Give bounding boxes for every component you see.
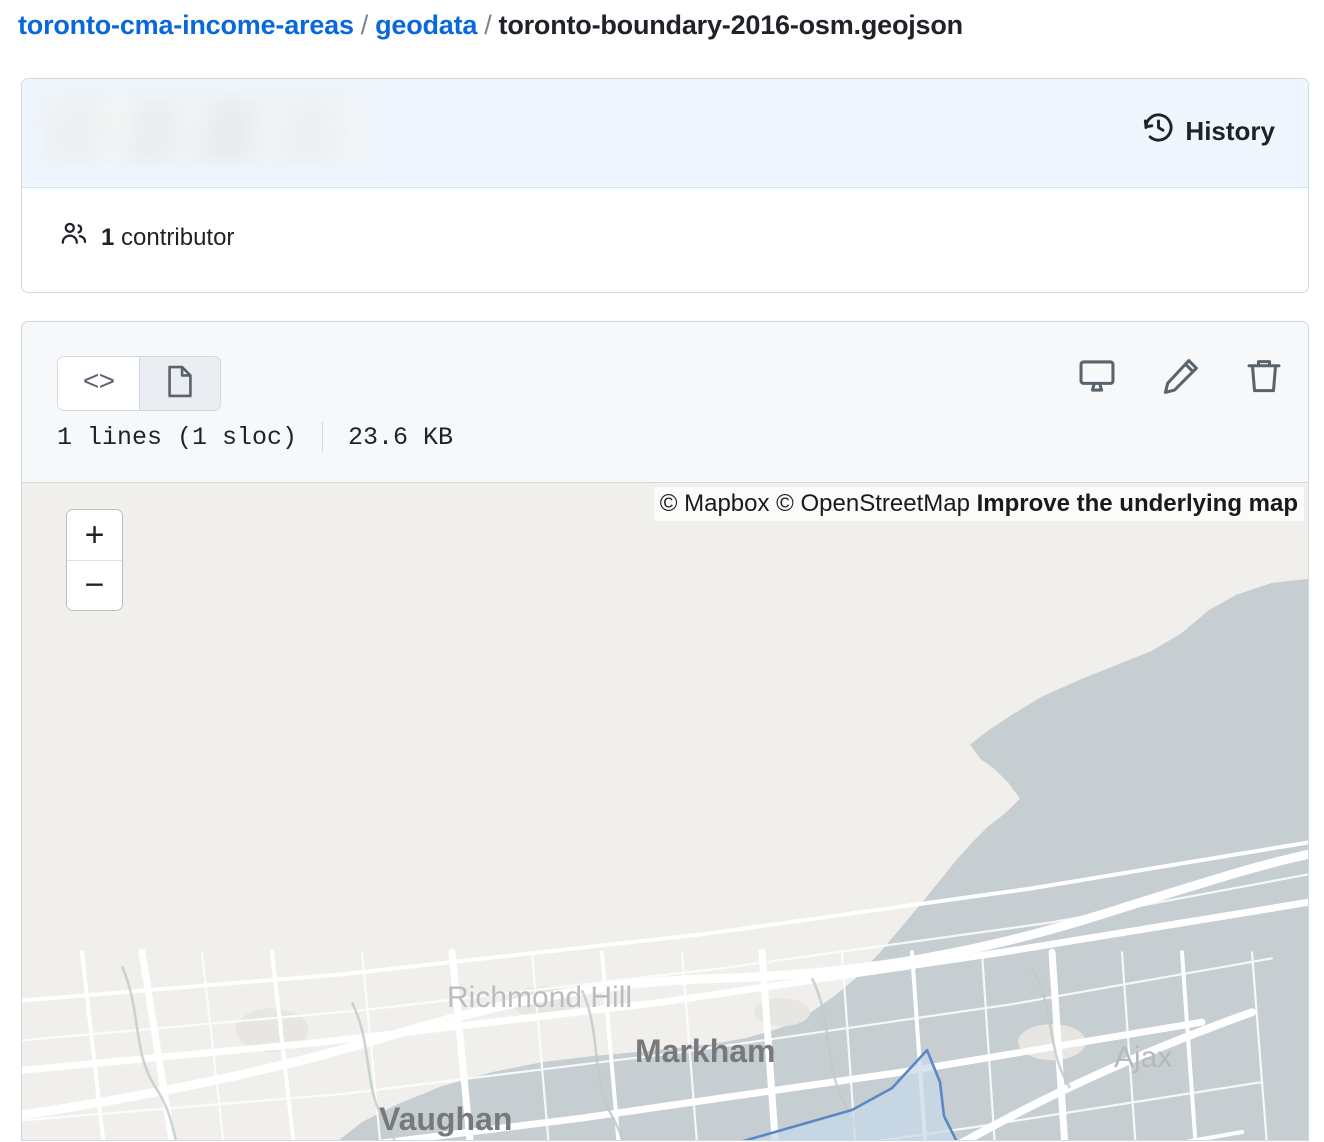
contributors-row: 1 contributor [22, 188, 1308, 255]
redacted-commit-placeholder [43, 99, 363, 163]
zoom-out-button[interactable]: − [67, 560, 122, 610]
file-actions [1078, 357, 1282, 400]
file-toolbar: <> 1 lines (1 sloc) 23.6 KB [22, 322, 1308, 452]
zoom-in-button[interactable]: + [67, 510, 122, 560]
contributors-count: 1 [101, 223, 115, 251]
code-view-button[interactable]: <> [58, 357, 139, 410]
file-lines-text: 1 lines (1 sloc) [57, 422, 298, 452]
attribution-osm[interactable]: © OpenStreetMap [776, 490, 970, 517]
breadcrumb-repo-link[interactable]: toronto-cma-income-areas [18, 10, 354, 40]
view-mode-switch[interactable]: <> [57, 356, 221, 411]
breadcrumb-separator-1: / [360, 10, 369, 40]
pencil-icon[interactable] [1162, 357, 1200, 400]
meta-divider [322, 422, 324, 452]
breadcrumb: toronto-cma-income-areas / geodata / toronto… [0, 0, 1324, 42]
breadcrumb-separator-2: / [484, 10, 492, 40]
breadcrumb-folder-link[interactable]: geodata [375, 10, 477, 40]
trash-icon[interactable] [1246, 357, 1282, 400]
contributors-word: contributor [114, 223, 235, 251]
contributors-label: 1 contributor [101, 224, 234, 252]
file-info-card: History 1 contributor [21, 78, 1309, 293]
history-button[interactable]: History [1143, 112, 1275, 150]
map-viewport[interactable]: Richmond Hill Markham Vaughan Ajax mpton… [22, 482, 1308, 1140]
desktop-download-icon[interactable] [1078, 357, 1116, 400]
file-meta: 1 lines (1 sloc) 23.6 KB [57, 422, 453, 452]
map-zoom-controls[interactable]: + − [66, 509, 123, 611]
map-canvas [22, 483, 1308, 1140]
history-button-label: History [1185, 115, 1275, 146]
code-icon: <> [82, 368, 116, 399]
file-icon [166, 365, 194, 403]
breadcrumb-current-file: toronto-boundary-2016-osm.geojson [498, 10, 964, 40]
history-clock-icon [1143, 112, 1174, 150]
info-banner: History [22, 79, 1308, 188]
attribution-improve-link[interactable]: Improve the underlying map [977, 490, 1298, 517]
file-viewer-card: <> 1 lines (1 sloc) 23.6 KB Richmond Hil… [21, 321, 1309, 1141]
file-size-text: 23.6 KB [348, 422, 454, 452]
map-attribution: © Mapbox © OpenStreetMap Improve the und… [653, 487, 1304, 521]
attribution-mapbox[interactable]: © Mapbox [660, 490, 770, 517]
preview-view-button[interactable] [139, 357, 220, 410]
people-icon [60, 220, 88, 255]
